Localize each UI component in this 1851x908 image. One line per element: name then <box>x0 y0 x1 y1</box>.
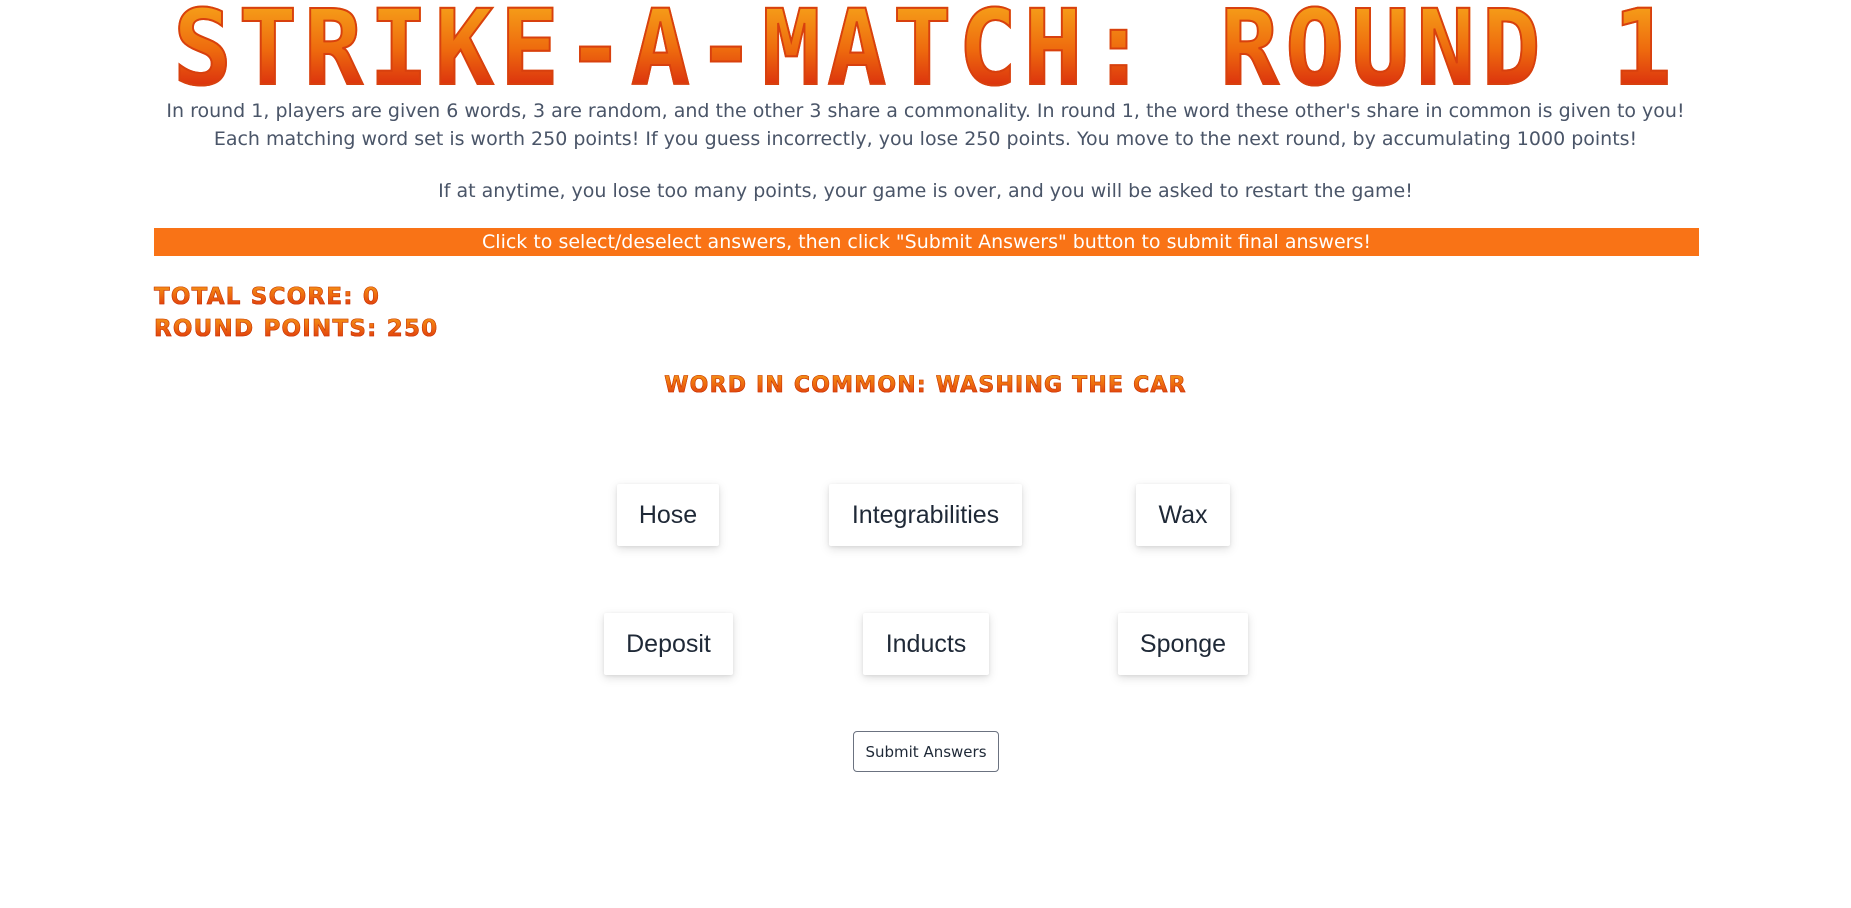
word-card-hose[interactable]: Hose <box>617 484 719 546</box>
word-card-sponge[interactable]: Sponge <box>1118 613 1248 675</box>
word-card-deposit[interactable]: Deposit <box>604 613 733 675</box>
instructions-text: In round 1, players are given 6 words, 3… <box>166 100 1685 150</box>
submit-answers-button[interactable]: Submit Answers <box>853 731 999 772</box>
round-points: Round Points: 250 <box>154 316 439 343</box>
total-score: Total Score: 0 <box>154 284 381 311</box>
instruction-banner: Click to select/deselect answers, then c… <box>154 228 1699 256</box>
word-card-inducts[interactable]: Inducts <box>863 613 989 675</box>
game-over-note: If at anytime, you lose too many points,… <box>438 180 1413 202</box>
word-in-common: Word in Common: Washing the Car <box>0 371 1851 401</box>
game-page: Strike-a-Match: Round 1 In round 1, play… <box>0 0 1851 908</box>
word-card-wax[interactable]: Wax <box>1136 484 1230 546</box>
word-card-integrabilities[interactable]: Integrabilities <box>829 484 1022 546</box>
page-title: Strike-a-Match: Round 1 <box>56 0 1796 101</box>
